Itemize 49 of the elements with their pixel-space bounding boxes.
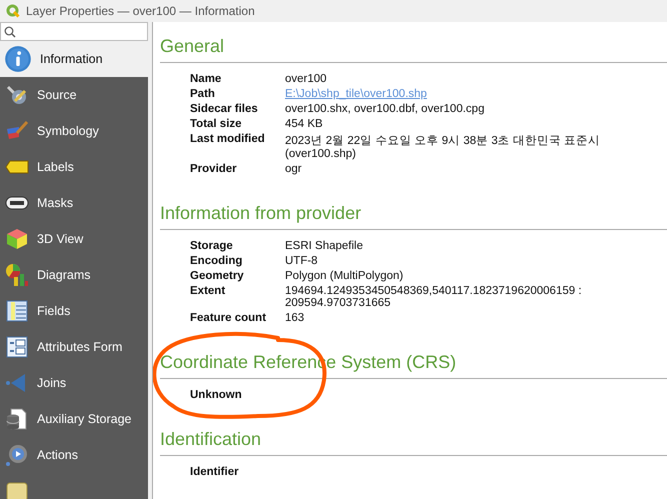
window-title: Layer Properties — over100 — Information	[26, 4, 255, 18]
search-field[interactable]	[0, 22, 148, 41]
field-value: 163	[285, 312, 304, 324]
field-value: 194694.1249353450548369,540117.1823719620006159 : 209594.9703731665	[285, 285, 582, 309]
sidebar-item[interactable]: Actions	[0, 437, 148, 473]
field-value: 2023년 2월 22일 수요일 오후 9시 38분 3초 대한민국 표준시 (over100.shp)	[285, 135, 600, 160]
field-value: ESRI Shapefile	[285, 240, 363, 252]
field-label: Provider	[190, 163, 238, 175]
chart-icon	[5, 263, 29, 287]
section-heading: Identification	[160, 415, 667, 456]
info-icon	[4, 45, 32, 73]
field-value: ogr	[285, 163, 302, 175]
field-value: over100.shx, over100.dbf, over100.cpg	[285, 103, 484, 115]
field-value: UTF-8	[285, 255, 318, 267]
sidebar-item[interactable]: 3D View	[0, 221, 148, 257]
field-label: Unknown	[190, 389, 243, 401]
field-label: Geometry	[190, 270, 245, 282]
sidebar-item[interactable]: Joins	[0, 365, 148, 401]
sidebar-item[interactable]: Auxiliary Storage	[0, 401, 148, 437]
section-heading: Information from provider	[160, 189, 667, 230]
search-icon	[4, 26, 16, 38]
field-label: Encoding	[190, 255, 244, 267]
sidebar-item[interactable]: Diagrams	[0, 257, 148, 293]
sidebar-item[interactable]: Source	[0, 77, 148, 113]
sidebar-item[interactable]: Symbology	[0, 113, 148, 149]
table-icon	[5, 299, 29, 323]
field-label: Storage	[190, 240, 234, 252]
cube-icon	[5, 227, 29, 251]
field-label: Extent	[190, 285, 226, 299]
gear-icon	[5, 443, 29, 467]
field-label: Total size	[190, 118, 243, 130]
sidebar-item[interactable]: Information	[0, 41, 148, 77]
field-label: Feature count	[190, 312, 268, 324]
field-value: over100	[285, 73, 327, 85]
field-value: 454 KB	[285, 118, 323, 130]
app-logo-icon	[6, 4, 20, 18]
sidebar-item[interactable]: Attributes Form	[0, 329, 148, 365]
sidebar-item[interactable]: Labels	[0, 149, 148, 185]
field-label: Last modified	[190, 133, 266, 147]
field-value: Polygon (MultiPolygon)	[285, 270, 404, 282]
sidebar-item[interactable]: Fields	[0, 293, 148, 329]
field-label: Path	[190, 88, 216, 100]
form-icon	[5, 335, 29, 359]
field-label: Name	[190, 73, 222, 85]
database-icon	[5, 407, 29, 431]
sidebar-item[interactable]: Masks	[0, 185, 148, 221]
field-label: Identifier	[190, 466, 240, 478]
field-label: Sidecar files	[190, 103, 259, 115]
section-heading: General	[160, 22, 667, 63]
